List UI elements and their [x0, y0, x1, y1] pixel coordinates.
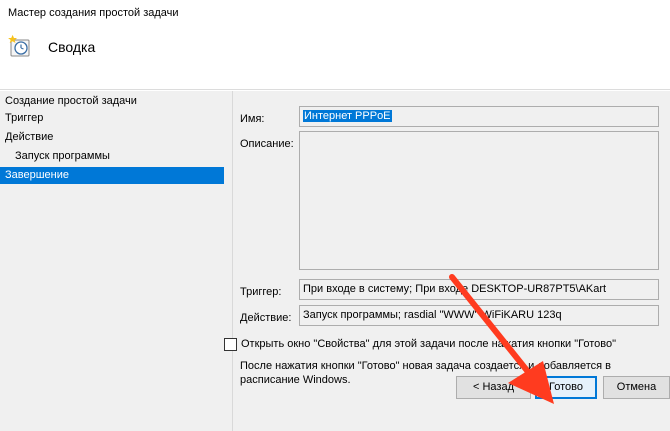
arrow-shaft — [449, 274, 536, 381]
red-arrow-annotation — [449, 274, 554, 404]
arrow-head — [508, 361, 554, 404]
